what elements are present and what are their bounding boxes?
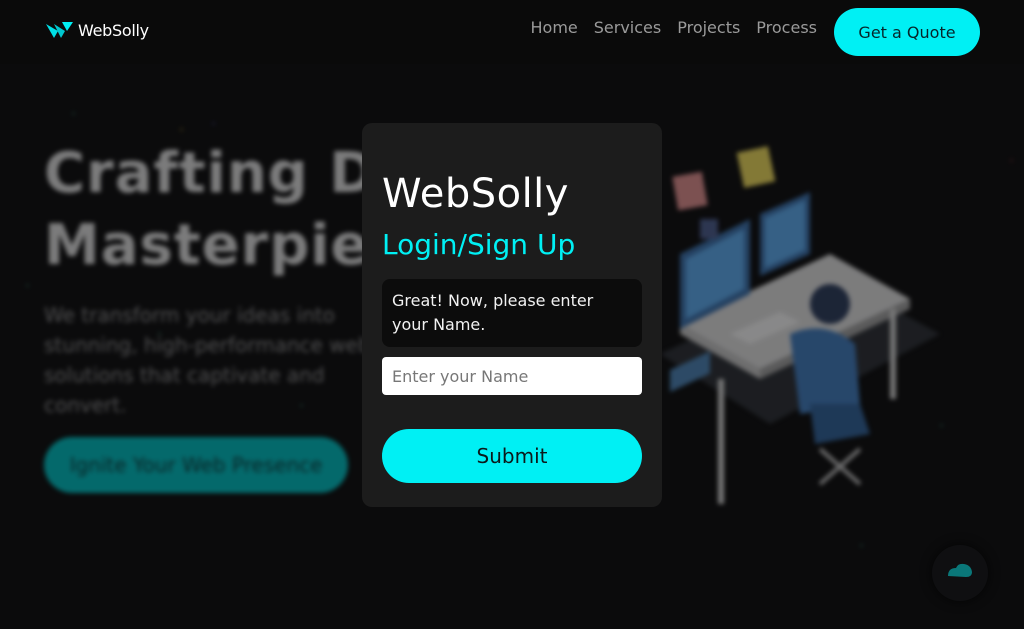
nav-link-process[interactable]: Process (756, 18, 817, 37)
hero-subtitle: We transform your ideas into stunning, h… (44, 303, 371, 417)
login-signup-modal: WebSolly Login/Sign Up Great! Now, pleas… (362, 123, 662, 507)
get-quote-button[interactable]: Get a Quote (834, 8, 980, 56)
logo-text: WebSolly (78, 20, 149, 40)
nav-link-projects[interactable]: Projects (677, 18, 740, 37)
navbar: WebSolly Home Services Projects Process … (0, 0, 1024, 64)
chat-button[interactable] (932, 545, 988, 601)
modal-heading: Login/Sign Up (382, 228, 576, 261)
logo[interactable]: WebSolly (45, 20, 149, 40)
name-input[interactable] (382, 357, 642, 395)
nav-link-home[interactable]: Home (531, 18, 578, 37)
websolly-logo-icon (45, 20, 75, 40)
hero-cta-button: Ignite Your Web Presence (44, 437, 348, 493)
nav-link-services[interactable]: Services (594, 18, 661, 37)
submit-button[interactable]: Submit (382, 429, 642, 483)
chat-icon (946, 562, 974, 584)
nav-links: Home Services Projects Process (531, 18, 818, 37)
modal-brand: WebSolly (382, 171, 569, 217)
hero-illustration (640, 104, 960, 539)
prompt-message: Great! Now, please enter your Name. (382, 279, 642, 347)
